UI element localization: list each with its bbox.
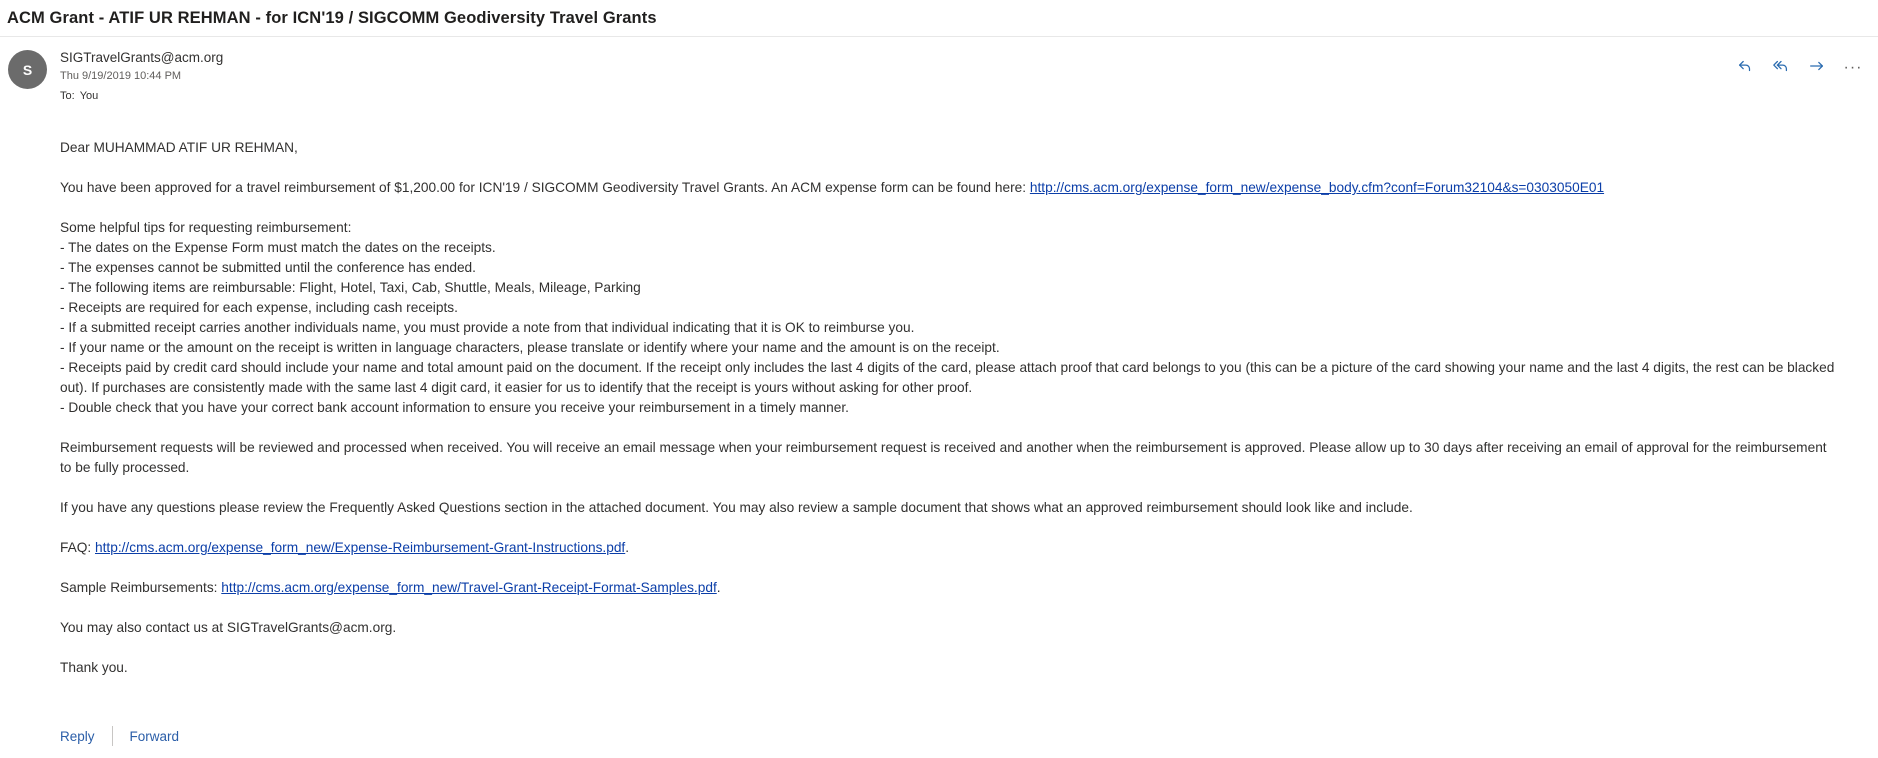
approval-text: You have been approved for a travel reim… (60, 180, 1030, 195)
tip-item: - The dates on the Expense Form must mat… (60, 240, 496, 255)
tip-item: - Receipts paid by credit card should in… (60, 360, 1835, 395)
expense-form-link[interactable]: http://cms.acm.org/expense_form_new/expe… (1030, 180, 1604, 195)
approval-paragraph: You have been approved for a travel reim… (60, 178, 1840, 198)
to-label: To: (60, 90, 75, 102)
faq-link[interactable]: http://cms.acm.org/expense_form_new/Expe… (95, 540, 625, 555)
samples-suffix: . (716, 580, 721, 595)
closing: Thank you. (60, 660, 128, 675)
reply-icon (1736, 57, 1754, 80)
subject-bar: ACM Grant - ATIF UR REHMAN - for ICN'19 … (0, 0, 1878, 37)
footer-forward-button[interactable]: Forward (130, 729, 180, 744)
forward-icon (1808, 57, 1826, 80)
sender-email[interactable]: SIGTravelGrants@acm.org (60, 50, 223, 65)
questions-paragraph: If you have any questions please review … (60, 500, 1413, 515)
message-header: S SIGTravelGrants@acm.org Thu 9/19/2019 … (0, 37, 1878, 113)
sender-avatar[interactable]: S (8, 50, 47, 89)
email-subject: ACM Grant - ATIF UR REHMAN - for ICN'19 … (7, 8, 657, 27)
footer-actions: Reply Forward (60, 726, 179, 746)
review-paragraph: Reimbursement requests will be reviewed … (60, 440, 1827, 475)
message-body: Dear MUHAMMAD ATIF UR REHMAN, You have b… (60, 138, 1840, 678)
samples-line: Sample Reimbursements: http://cms.acm.or… (60, 578, 1840, 598)
tip-item: - Receipts are required for each expense… (60, 300, 458, 315)
reply-all-button[interactable] (1770, 57, 1792, 79)
faq-label: FAQ: (60, 540, 95, 555)
contact-paragraph: You may also contact us at SIGTravelGran… (60, 620, 397, 635)
to-recipient[interactable]: You (80, 90, 99, 102)
tips-heading: Some helpful tips for requesting reimbur… (60, 220, 352, 235)
samples-label: Sample Reimbursements: (60, 580, 222, 595)
samples-link[interactable]: http://cms.acm.org/expense_form_new/Trav… (221, 580, 716, 595)
reply-button[interactable] (1734, 57, 1756, 79)
greeting: Dear MUHAMMAD ATIF UR REHMAN, (60, 140, 298, 155)
forward-button[interactable] (1806, 57, 1828, 79)
message-actions: ··· (1734, 57, 1864, 79)
sent-date: Thu 9/19/2019 10:44 PM (60, 70, 182, 82)
footer-reply-button[interactable]: Reply (60, 729, 95, 744)
tip-item: - The expenses cannot be submitted until… (60, 260, 476, 275)
recipient-line: To: You (60, 90, 98, 102)
faq-line: FAQ: http://cms.acm.org/expense_form_new… (60, 538, 1840, 558)
footer-divider (111, 726, 113, 746)
more-actions-button[interactable]: ··· (1842, 57, 1864, 79)
reply-all-icon (1772, 57, 1790, 80)
tip-item: - If a submitted receipt carries another… (60, 320, 915, 335)
faq-suffix: . (625, 540, 630, 555)
tip-item: - Double check that you have your correc… (60, 400, 849, 415)
tip-item: - The following items are reimbursable: … (60, 280, 641, 295)
tip-item: - If your name or the amount on the rece… (60, 340, 1000, 355)
